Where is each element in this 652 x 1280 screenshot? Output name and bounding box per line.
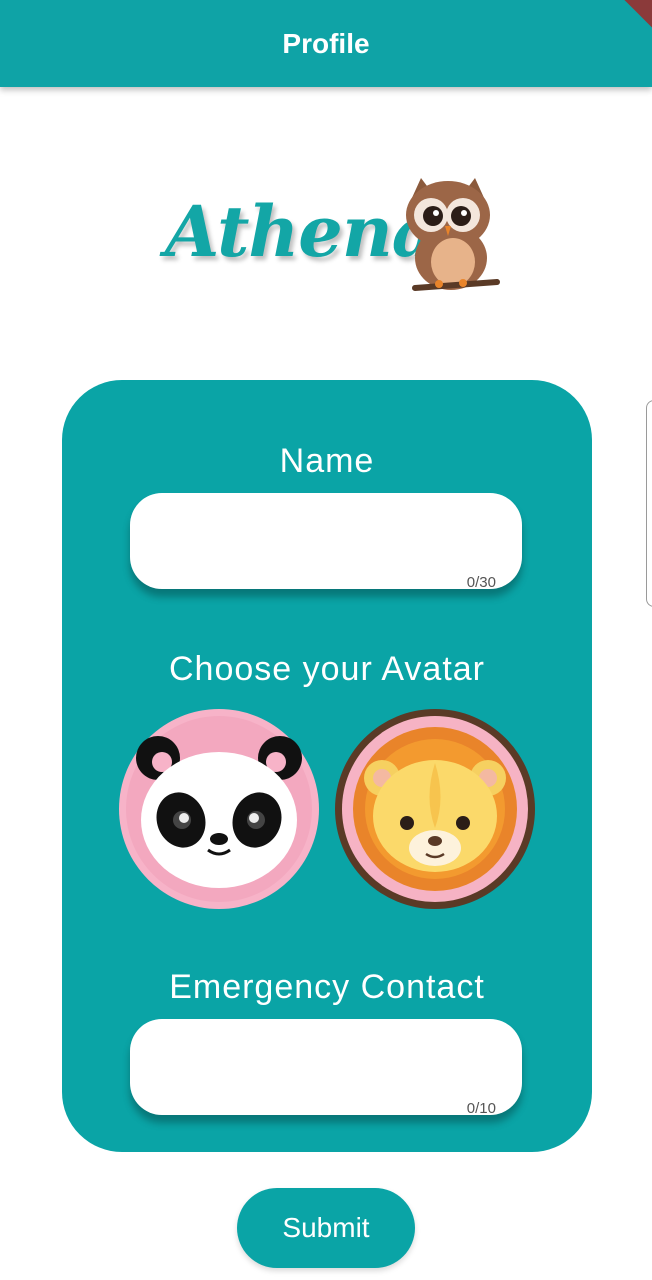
- submit-button[interactable]: Submit: [237, 1188, 415, 1268]
- side-panel-handle[interactable]: [646, 400, 652, 607]
- name-label: Name: [279, 442, 375, 480]
- lion-avatar-icon[interactable]: [334, 708, 536, 910]
- panda-avatar-icon[interactable]: [118, 708, 320, 910]
- avatar-label: Choose your Avatar: [169, 650, 485, 688]
- owl-icon: [406, 178, 500, 291]
- profile-form-card: Name 0/30 Choose your Avatar Emergency C…: [62, 380, 592, 1152]
- contact-char-counter: 0/10: [466, 1100, 496, 1117]
- app-logo: Athena: [165, 170, 500, 295]
- app-bar: Profile: [0, 0, 652, 87]
- name-input[interactable]: 0/30: [130, 493, 522, 591]
- emergency-contact-label: Emergency Contact: [169, 968, 485, 1006]
- emergency-contact-input[interactable]: 0/10: [130, 1019, 522, 1117]
- name-char-counter: 0/30: [466, 574, 496, 591]
- app-bar-title: Profile: [282, 27, 370, 59]
